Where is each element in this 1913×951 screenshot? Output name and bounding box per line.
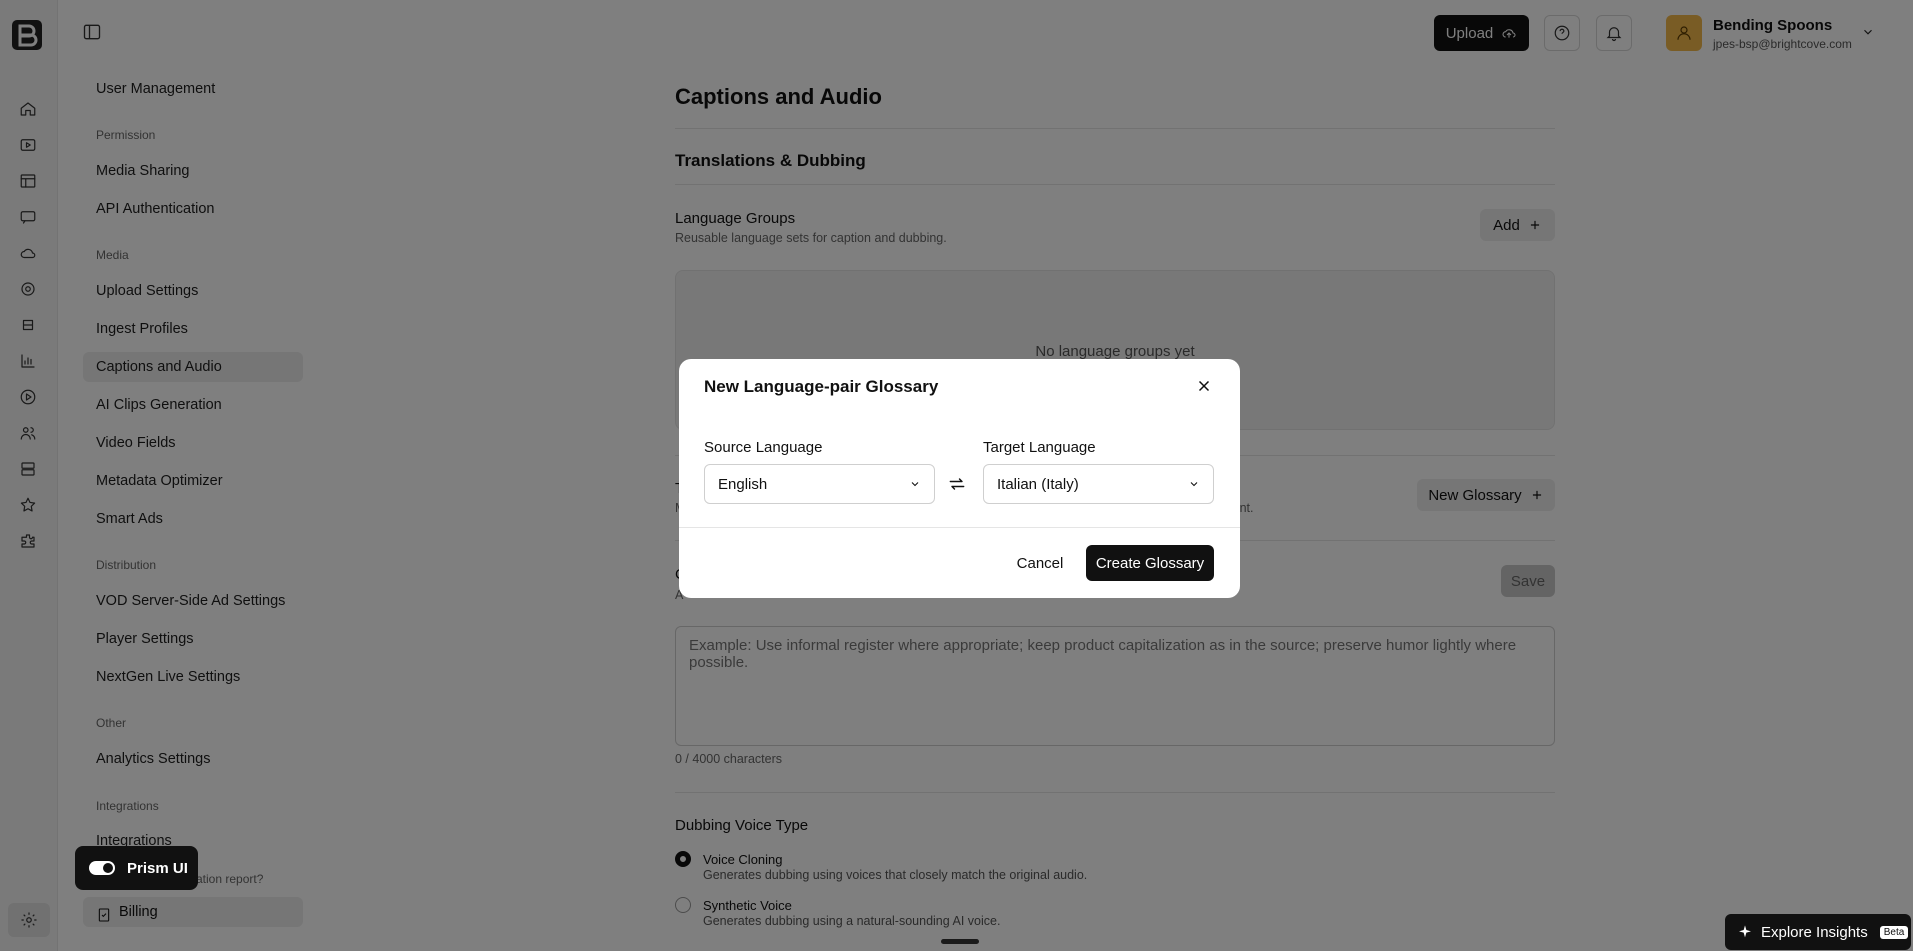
source-language-label: Source Language bbox=[704, 439, 823, 456]
cancel-button[interactable]: Cancel bbox=[1009, 545, 1071, 581]
scroll-handle[interactable] bbox=[941, 939, 979, 944]
modal-divider bbox=[679, 527, 1240, 528]
new-glossary-modal: New Language-pair Glossary Source Langua… bbox=[679, 359, 1240, 598]
swap-languages-icon[interactable] bbox=[947, 474, 967, 494]
explore-insights-button[interactable]: Explore Insights Beta bbox=[1725, 914, 1911, 950]
sparkle-icon bbox=[1739, 925, 1751, 938]
create-glossary-button[interactable]: Create Glossary bbox=[1086, 545, 1214, 581]
source-language-select[interactable]: English bbox=[704, 464, 935, 504]
target-language-value: Italian (Italy) bbox=[997, 475, 1079, 493]
explore-insights-label: Explore Insights bbox=[1761, 923, 1868, 941]
chevron-down-icon bbox=[911, 482, 919, 487]
chevron-down-icon bbox=[1190, 482, 1198, 487]
toggle-switch[interactable] bbox=[89, 861, 115, 875]
close-icon[interactable] bbox=[1195, 377, 1213, 395]
target-language-label: Target Language bbox=[983, 439, 1096, 456]
target-language-select[interactable]: Italian (Italy) bbox=[983, 464, 1214, 504]
modal-title: New Language-pair Glossary bbox=[704, 377, 939, 396]
prism-ui-label: Prism UI bbox=[127, 859, 188, 877]
prism-ui-toggle[interactable]: Prism UI bbox=[75, 846, 198, 890]
beta-badge: Beta bbox=[1879, 925, 1909, 939]
source-language-value: English bbox=[718, 475, 768, 493]
